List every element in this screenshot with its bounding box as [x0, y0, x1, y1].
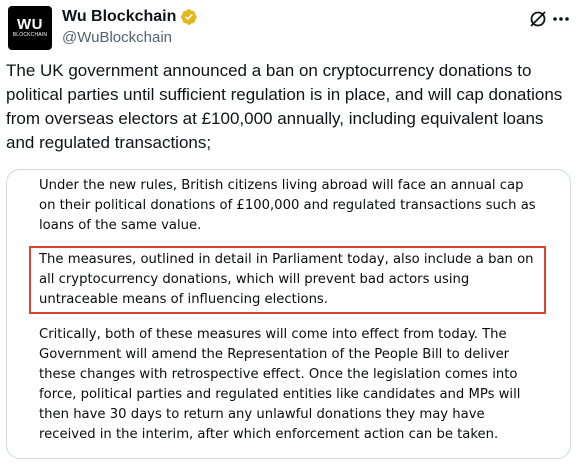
image-paragraph-2-highlighted: The measures, outlined in detail in Parl…: [39, 252, 534, 307]
attached-image[interactable]: Under the new rules, British citizens li…: [6, 169, 571, 459]
image-paragraph-3: Critically, both of these measures will …: [39, 327, 521, 442]
avatar-subtext: BLOCKCHAIN: [12, 32, 48, 38]
avatar[interactable]: WU BLOCKCHAIN: [8, 6, 52, 50]
name-row: Wu Blockchain: [62, 7, 198, 27]
grok-icon[interactable]: [527, 8, 549, 30]
more-options-icon[interactable]: [551, 8, 571, 30]
tweet-header: WU BLOCKCHAIN Wu Blockchain @WuBlockchai…: [8, 4, 571, 50]
tweet-text: The UK government announced a ban on cry…: [6, 61, 563, 152]
display-name[interactable]: Wu Blockchain: [62, 7, 176, 27]
image-paragraph-1: Under the new rules, British citizens li…: [39, 178, 536, 233]
avatar-text: WU: [17, 16, 43, 33]
handle[interactable]: @WuBlockchain: [62, 28, 172, 48]
verified-badge-icon[interactable]: [180, 8, 198, 26]
